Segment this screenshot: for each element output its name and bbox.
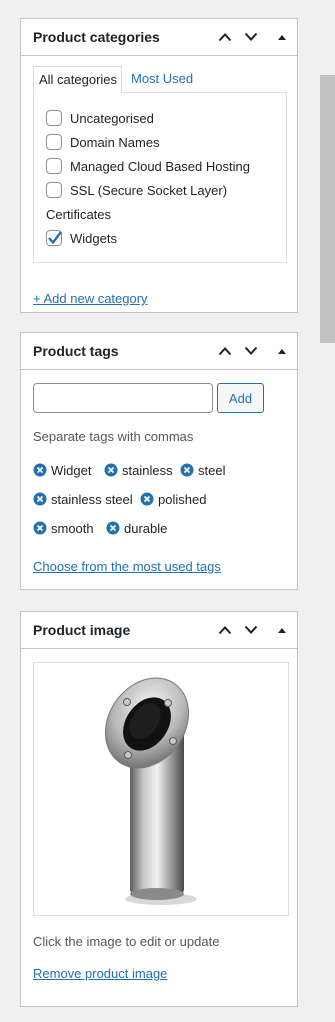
product-tags-title: Product tags [33, 343, 119, 359]
tags-hint: Separate tags with commas [33, 429, 194, 444]
add-new-category-link[interactable]: + Add new category [33, 291, 148, 306]
category-item[interactable]: Domain Names [46, 132, 160, 152]
category-item[interactable]: Managed Cloud Based Hosting [46, 156, 250, 176]
tag-label: steel [198, 462, 226, 478]
remove-circle-icon[interactable] [106, 521, 120, 535]
move-down-button[interactable] [238, 19, 264, 55]
checkmark-icon [48, 231, 62, 245]
remove-circle-icon[interactable] [180, 463, 194, 477]
tab-all-categories[interactable]: All categories [33, 66, 122, 93]
triangle-up-icon [278, 35, 286, 40]
category-label: Uncategorised [70, 110, 154, 126]
category-item[interactable]: SSL (Secure Socket Layer) [46, 180, 227, 200]
category-label: SSL (Secure Socket Layer) [70, 182, 228, 198]
product-tags-header: Product tags [21, 333, 297, 370]
choose-most-used-tags-link[interactable]: Choose from the most used tags [33, 559, 221, 574]
toggle-panel-button[interactable] [269, 612, 295, 648]
product-categories-box: Product categories All categories Most U… [20, 18, 298, 313]
tag-label: stainless steel [51, 491, 133, 507]
category-group-heading: Certificates [46, 207, 112, 222]
product-tags-box: Product tags Add Separate tags with comm… [20, 332, 298, 590]
new-tag-input[interactable] [33, 383, 213, 413]
remove-circle-icon[interactable] [140, 492, 154, 506]
category-checkbox[interactable] [46, 134, 62, 150]
product-image-graphic [104, 677, 197, 905]
tag-item: durable [106, 519, 167, 537]
move-up-button[interactable] [212, 19, 238, 55]
product-image-thumbnail[interactable] [33, 662, 289, 916]
remove-circle-icon[interactable] [33, 492, 47, 506]
category-item[interactable]: Uncategorised [46, 108, 154, 128]
tag-label: Widget [51, 462, 92, 478]
toggle-panel-button[interactable] [269, 333, 295, 369]
chevron-up-icon [218, 33, 232, 42]
triangle-up-icon [278, 349, 286, 354]
tag-item: Widget [33, 461, 91, 479]
category-label: Widgets [70, 230, 117, 246]
category-checklist: Uncategorised Domain Names Managed Cloud… [33, 92, 287, 263]
chevron-up-icon [218, 626, 232, 635]
tag-label: smooth [51, 520, 94, 536]
remove-product-image-link[interactable]: Remove product image [33, 966, 167, 981]
product-categories-header: Product categories [21, 19, 297, 56]
tab-most-used-label: Most Used [131, 71, 194, 86]
chevron-up-icon [218, 347, 232, 356]
category-label: Managed Cloud Based Hosting [70, 158, 250, 174]
tag-item: smooth [33, 519, 94, 537]
category-checkbox-checked[interactable] [46, 230, 62, 246]
add-tag-button[interactable]: Add [217, 383, 264, 413]
remove-circle-icon[interactable] [33, 463, 47, 477]
remove-circle-icon[interactable] [104, 463, 118, 477]
image-edit-hint: Click the image to edit or update [33, 934, 220, 949]
move-up-button[interactable] [212, 333, 238, 369]
tab-most-used[interactable]: Most Used [125, 66, 199, 93]
tag-item: stainless [104, 461, 173, 479]
triangle-up-icon [278, 628, 286, 633]
product-categories-body: All categories Most Used Uncategorised D… [21, 56, 297, 312]
product-tags-body: Add Separate tags with commas Widget sta… [21, 370, 297, 589]
move-up-button[interactable] [212, 612, 238, 648]
remove-circle-icon[interactable] [33, 521, 47, 535]
product-image-header: Product image [21, 612, 297, 649]
category-checkbox[interactable] [46, 182, 62, 198]
chevron-down-icon [244, 625, 258, 634]
tag-label: polished [158, 491, 207, 507]
tag-item: polished [140, 490, 206, 508]
product-image-box: Product image Click the image to edit or… [20, 611, 298, 1007]
chevron-down-icon [244, 346, 258, 355]
scrollbar-thumb[interactable] [320, 75, 335, 343]
category-item[interactable]: Widgets [46, 228, 117, 248]
chevron-down-icon [244, 32, 258, 41]
tab-all-categories-label: All categories [39, 72, 118, 87]
product-image-title: Product image [33, 622, 131, 638]
tag-item: stainless steel [33, 490, 133, 508]
tag-label: stainless [122, 462, 173, 478]
move-down-button[interactable] [238, 612, 264, 648]
tag-label: durable [124, 520, 168, 536]
category-checkbox[interactable] [46, 158, 62, 174]
move-down-button[interactable] [238, 333, 264, 369]
product-categories-title: Product categories [33, 29, 160, 45]
tag-item: steel [180, 461, 225, 479]
category-checkbox[interactable] [46, 110, 62, 126]
toggle-panel-button[interactable] [269, 19, 295, 55]
category-label: Domain Names [70, 134, 160, 150]
